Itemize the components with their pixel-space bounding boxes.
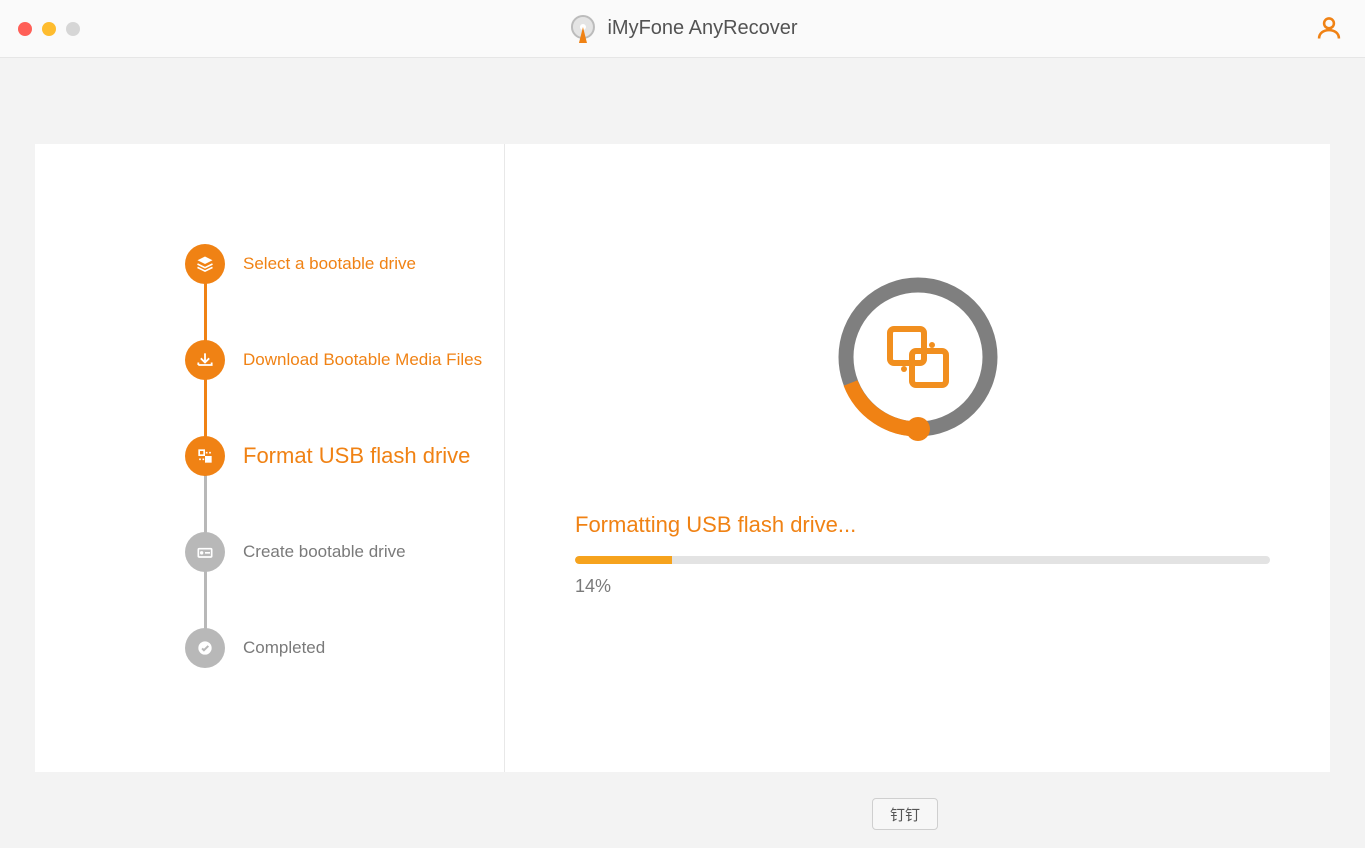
format-icon — [185, 436, 225, 476]
window-controls — [18, 22, 80, 36]
step-label: Completed — [243, 638, 325, 658]
taskbar-tooltip-text: 钉钉 — [890, 804, 920, 825]
drive-icon — [185, 532, 225, 572]
account-button[interactable] — [1315, 14, 1343, 42]
minimize-window-button[interactable] — [42, 22, 56, 36]
step-create-bootable: Create bootable drive — [185, 532, 504, 572]
step-completed: Completed — [185, 628, 504, 668]
step-list: Select a bootable drive Download Bootabl… — [185, 244, 504, 668]
layers-icon — [185, 244, 225, 284]
progress-bar — [575, 556, 1270, 564]
step-format-usb[interactable]: Format USB flash drive — [185, 436, 504, 476]
content-area: Select a bootable drive Download Bootabl… — [0, 58, 1365, 772]
step-label: Format USB flash drive — [243, 443, 470, 469]
step-select-drive[interactable]: Select a bootable drive — [185, 244, 504, 284]
main-card: Select a bootable drive Download Bootabl… — [35, 144, 1330, 772]
progress-percent: 14% — [575, 576, 611, 597]
maximize-window-button[interactable] — [66, 22, 80, 36]
download-icon — [185, 340, 225, 380]
check-circle-icon — [185, 628, 225, 668]
app-logo-icon — [567, 14, 597, 44]
taskbar-tooltip[interactable]: 钉钉 — [872, 798, 938, 830]
status-text: Formatting USB flash drive... — [575, 512, 856, 538]
step-label: Download Bootable Media Files — [243, 350, 482, 370]
close-window-button[interactable] — [18, 22, 32, 36]
progress-pane: Formatting USB flash drive... 14% — [505, 144, 1330, 772]
app-title-text: iMyFone AnyRecover — [607, 17, 797, 40]
titlebar: iMyFone AnyRecover — [0, 0, 1365, 58]
step-label: Select a bootable drive — [243, 254, 416, 274]
progress-spinner — [833, 272, 1003, 442]
step-download-media[interactable]: Download Bootable Media Files — [185, 340, 504, 380]
progress-fill — [575, 556, 672, 564]
step-label: Create bootable drive — [243, 542, 406, 562]
app-title: iMyFone AnyRecover — [567, 14, 797, 44]
steps-sidebar: Select a bootable drive Download Bootabl… — [35, 144, 505, 772]
